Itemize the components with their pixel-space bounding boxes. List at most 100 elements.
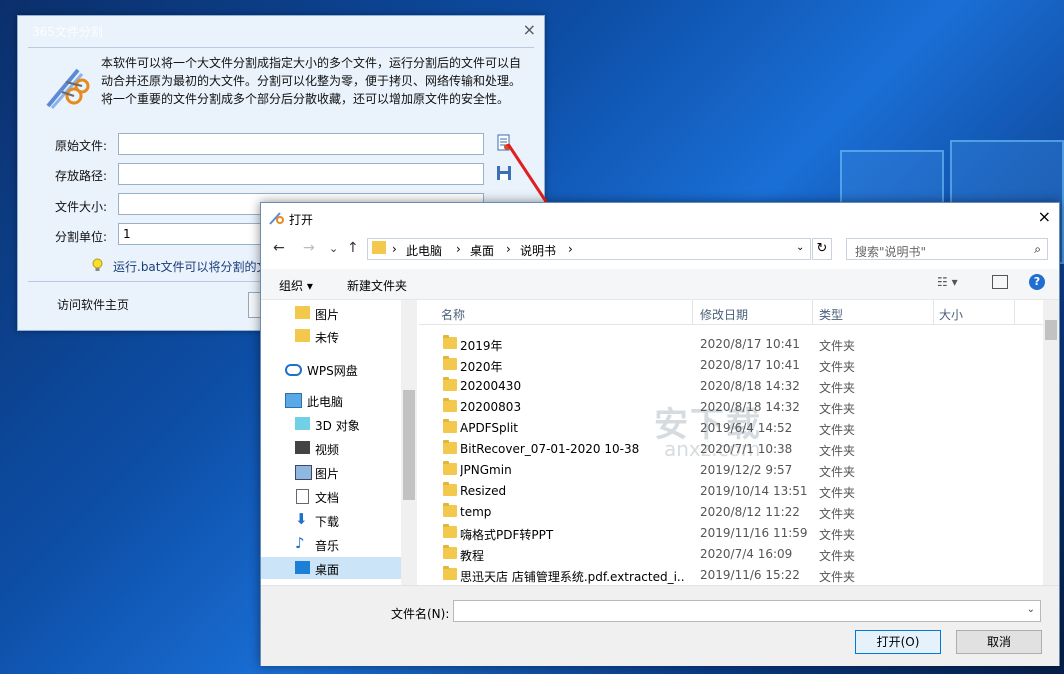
file-date: 2019/11/16 11:59 (700, 526, 808, 540)
file-date: 2019/11/6 15:22 (700, 568, 800, 582)
file-row[interactable]: temp 2020/8/12 11:22 文件夹 (419, 501, 1039, 522)
file-row[interactable]: APDFSplit 2019/6/4 14:52 文件夹 (419, 417, 1039, 438)
close-icon[interactable]: × (523, 20, 536, 39)
folder-icon (443, 482, 457, 496)
tree-item[interactable]: 图片 (261, 461, 401, 483)
file-row[interactable]: 嗨格式PDF转PPT 2019/11/16 11:59 文件夹 (419, 522, 1039, 543)
tree-item-selected[interactable]: 桌面 (261, 557, 401, 579)
cancel-button[interactable]: 取消 (956, 630, 1042, 654)
breadcrumb-sep: › (392, 242, 397, 256)
chevron-down-icon[interactable]: ⌄ (1027, 604, 1035, 615)
tree-item-label: 未传 (315, 331, 340, 345)
tree-scrollbar[interactable] (401, 300, 417, 585)
picture-icon (295, 465, 312, 480)
tree-item[interactable]: 此电脑 (261, 389, 401, 411)
column-size[interactable]: 大小 (939, 306, 963, 323)
file-name: BitRecover_07-01-2020 10-38 (460, 442, 640, 456)
open-button[interactable]: 打开(O) (855, 630, 941, 654)
tree-item[interactable]: ♪ 音乐 (261, 533, 401, 555)
column-separator[interactable] (933, 300, 934, 324)
file-row[interactable]: 20200803 2020/8/18 14:32 文件夹 (419, 396, 1039, 417)
filename-input[interactable]: ⌄ (453, 600, 1041, 622)
up-arrow-icon[interactable]: ↑ (347, 240, 359, 256)
organize-menu[interactable]: 组织 ▾ (279, 277, 313, 294)
search-icon[interactable]: ⌕ (1034, 242, 1041, 257)
breadcrumb-this-pc[interactable]: 此电脑 (406, 242, 442, 259)
visit-homepage-link[interactable]: 访问软件主页 (57, 296, 129, 313)
new-folder-button[interactable]: 新建文件夹 (347, 277, 407, 294)
file-list: 安下载 anxz.com 名称 修改日期 类型 大小 2019年 2020/8/1… (419, 300, 1043, 585)
file-row[interactable]: BitRecover_07-01-2020 10-38 2020/7/1 10:3… (419, 438, 1039, 459)
cube-icon (295, 417, 310, 430)
tree-item[interactable]: 3D 对象 (261, 413, 401, 435)
save-path-label: 存放路径: (55, 169, 108, 183)
scrollbar-thumb[interactable] (1045, 320, 1057, 340)
file-date: 2020/8/18 14:32 (700, 400, 800, 414)
save-path-input[interactable] (118, 163, 484, 185)
forward-arrow-icon[interactable]: → (303, 240, 315, 256)
column-separator[interactable] (812, 300, 813, 324)
scrollbar-thumb[interactable] (403, 390, 415, 500)
back-arrow-icon[interactable]: ← (273, 240, 285, 256)
refresh-icon[interactable]: ↻ (812, 238, 832, 260)
file-name: 2019年 (460, 339, 503, 353)
app-icon (269, 212, 284, 225)
tree-item-label: 3D 对象 (315, 419, 360, 433)
file-row[interactable]: 教程 2020/7/4 16:09 文件夹 (419, 543, 1039, 564)
file-row[interactable]: 20200430 2020/8/18 14:32 文件夹 (419, 375, 1039, 396)
folder-icon (372, 241, 386, 254)
breadcrumb-manual[interactable]: 说明书 (520, 242, 556, 259)
tree-item[interactable]: WPS网盘 (261, 358, 401, 380)
tree-item[interactable]: ⬇ 下载 (261, 509, 401, 531)
file-row[interactable]: 思迅天店 店铺管理系统.pdf.extracted_i... 2019/11/6 … (419, 564, 1039, 585)
column-name[interactable]: 名称 (441, 306, 465, 323)
file-row[interactable]: Resized 2019/10/14 13:51 文件夹 (419, 480, 1039, 501)
recent-dropdown-icon[interactable]: ⌄ (329, 242, 338, 255)
preview-pane-icon[interactable] (992, 275, 1008, 289)
download-icon: ⬇ (295, 510, 308, 528)
tree-item-label: 图片 (315, 308, 340, 322)
folder-icon (295, 306, 310, 319)
column-separator[interactable] (692, 300, 693, 324)
file-size-label: 文件大小: (55, 200, 108, 214)
folder-icon (443, 419, 457, 433)
tree-item[interactable]: 未传 (261, 325, 401, 347)
source-file-input[interactable] (118, 133, 484, 155)
file-row[interactable]: 2019年 2020/8/17 10:41 文件夹 (419, 333, 1039, 354)
file-row[interactable]: 2020年 2020/8/17 10:41 文件夹 (419, 354, 1039, 375)
desktop-icon (295, 561, 310, 574)
address-bar[interactable]: › 此电脑 › 桌面 › 说明书 › ⌄ (367, 238, 811, 260)
search-box[interactable]: 搜索"说明书" ⌕ (846, 238, 1048, 260)
tree-item[interactable]: 图片 (261, 302, 401, 324)
file-date: 2020/7/1 10:38 (700, 442, 793, 456)
breadcrumb-sep: › (568, 242, 573, 256)
tree-item[interactable]: 文档 (261, 485, 401, 507)
help-icon[interactable]: ? (1029, 274, 1045, 290)
file-date: 2019/6/4 14:52 (700, 421, 793, 435)
file-row[interactable]: JPNGmin 2019/12/2 9:57 文件夹 (419, 459, 1039, 480)
view-options-icon[interactable]: ☷ ▾ (937, 275, 958, 289)
command-toolbar: 组织 ▾ 新建文件夹 ☷ ▾ ? (261, 269, 1059, 300)
file-type: 文件夹 (819, 570, 856, 584)
file-name: 嗨格式PDF转PPT (460, 528, 554, 542)
breadcrumb-sep: › (456, 242, 461, 256)
list-scrollbar[interactable] (1043, 300, 1059, 585)
folder-icon (443, 335, 457, 349)
scissors-icon (46, 68, 90, 109)
column-separator[interactable] (1014, 300, 1015, 324)
column-date[interactable]: 修改日期 (700, 306, 748, 323)
search-input[interactable]: 搜索"说明书" (855, 243, 926, 260)
chevron-down-icon[interactable]: ⌄ (796, 242, 804, 253)
column-type[interactable]: 类型 (819, 306, 843, 323)
tree-item-label: 视频 (315, 443, 340, 457)
folder-icon (443, 377, 457, 391)
filename-label: 文件名(N): (391, 607, 450, 621)
file-name: 思迅天店 店铺管理系统.pdf.extracted_i... (460, 570, 685, 584)
file-type: 文件夹 (819, 528, 856, 542)
close-icon[interactable]: × (1038, 207, 1051, 226)
breadcrumb-desktop[interactable]: 桌面 (470, 242, 494, 259)
file-type: 文件夹 (819, 402, 856, 416)
divider (28, 47, 534, 48)
tree-item[interactable]: 视频 (261, 437, 401, 459)
breadcrumb-sep: › (506, 242, 511, 256)
